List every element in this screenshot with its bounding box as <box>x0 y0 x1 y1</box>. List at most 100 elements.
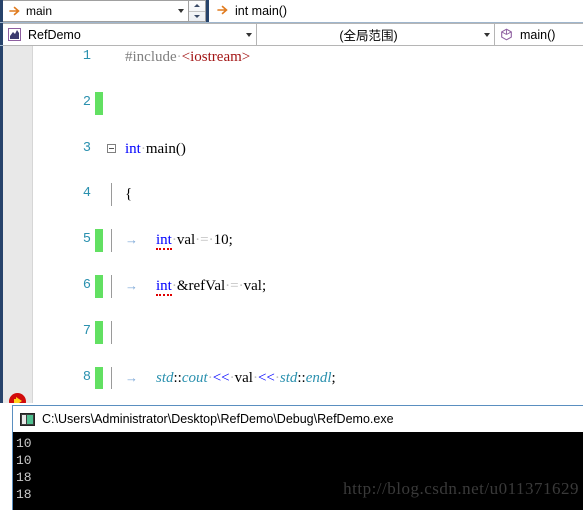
code-token: int <box>156 277 172 296</box>
code-token: () <box>175 140 186 157</box>
console-output-line: 10 <box>16 453 32 468</box>
console-window-icon <box>20 412 35 426</box>
code-token: ·=· <box>225 277 244 294</box>
line-number: 4 <box>82 186 91 202</box>
code-token: :: <box>173 369 182 386</box>
fold-guide-line <box>111 274 112 298</box>
console-title-bar: C:\Users\Administrator\Desktop\RefDemo\D… <box>13 406 583 432</box>
code-editor[interactable]: 1 #include·<iostream> 2 3 int·main() 4{5 → int·… <box>0 46 583 403</box>
scope-navigation-value: main <box>26 4 53 18</box>
code-token: :: <box>297 369 306 386</box>
code-line[interactable]: 6 → int·&refVal·=·val; <box>33 274 583 298</box>
fold-guide-column[interactable] <box>107 320 121 344</box>
line-number: 1 <box>82 49 91 64</box>
code-line[interactable]: 1 #include·<iostream> <box>33 46 583 69</box>
code-token: ; <box>331 369 336 386</box>
watermark-text: http://blog.csdn.net/u011371629 <box>343 479 579 498</box>
chevron-down-icon[interactable] <box>480 32 494 37</box>
code-token: endl <box>305 369 332 386</box>
tab-arrow-icon: → <box>125 232 138 248</box>
code-line[interactable]: 3 int·main() <box>33 138 583 161</box>
chevron-down-icon[interactable] <box>242 32 256 37</box>
fold-guide-line <box>111 366 112 390</box>
fold-guide-line <box>111 183 112 207</box>
code-token: val <box>243 277 262 294</box>
code-line[interactable]: 4{ <box>33 183 583 207</box>
collapse-region-button[interactable] <box>107 143 116 153</box>
change-indicator-bar <box>95 91 103 115</box>
code-token: 10 <box>213 232 229 249</box>
tab-arrow-icon: → <box>125 277 138 293</box>
code-token: std <box>156 369 174 386</box>
code-token: &refVal <box>176 277 226 294</box>
code-token: ; <box>261 277 267 294</box>
fold-guide-column[interactable] <box>107 274 121 298</box>
project-combobox[interactable]: RefDemo <box>3 23 257 46</box>
code-token: std <box>279 369 298 386</box>
code-token: << <box>212 369 230 386</box>
fold-guide-line <box>111 320 112 344</box>
member-function-value: main() <box>520 27 556 42</box>
current-statement-arrow-icon <box>14 397 22 403</box>
code-text: int·main() <box>125 138 186 161</box>
code-line[interactable]: 5 → int·val·=·10; <box>33 229 583 253</box>
method-icon <box>500 28 513 41</box>
project-icon <box>8 28 21 41</box>
navigation-spinner[interactable] <box>189 0 206 22</box>
code-token: val <box>176 232 196 249</box>
code-text: → int·&refVal·=·val; <box>125 275 266 298</box>
code-token: val <box>234 369 253 386</box>
function-signature-text: int main() <box>235 4 288 18</box>
tab-arrow-icon: → <box>125 369 138 385</box>
line-number: 6 <box>82 277 91 293</box>
fold-guide-column[interactable] <box>107 92 121 115</box>
global-scope-combobox[interactable]: (全局范围) <box>257 23 495 46</box>
fold-guide-column[interactable] <box>107 229 121 253</box>
editor-indicator-margin[interactable] <box>3 46 33 403</box>
line-number: 8 <box>82 369 91 385</box>
orange-arrow-icon <box>9 6 21 16</box>
navigation-bar-second: RefDemo (全局范围) main() <box>0 23 583 46</box>
code-token: ·=· <box>195 232 214 249</box>
current-statement-breakpoint-marker[interactable] <box>9 392 26 403</box>
code-token: ; <box>228 232 233 249</box>
code-text: → int·val·=·10; <box>125 229 233 252</box>
scope-navigation-combobox[interactable]: main <box>3 0 189 22</box>
member-function-combobox[interactable]: main() <box>495 23 583 46</box>
spinner-down-button[interactable] <box>189 12 205 22</box>
console-output-line: 10 <box>16 436 32 451</box>
code-line[interactable]: 8 → std::cout·<<·val·<<·std::endl; <box>33 366 583 390</box>
console-window[interactable]: C:\Users\Administrator\Desktop\RefDemo\D… <box>12 405 583 510</box>
change-indicator-bar <box>95 274 103 298</box>
line-number: 7 <box>82 323 91 339</box>
project-combobox-value: RefDemo <box>28 27 81 42</box>
chevron-down-icon[interactable] <box>174 9 188 13</box>
change-indicator-bar <box>95 366 103 390</box>
code-text: #include·<iostream> <box>125 46 250 69</box>
change-indicator-bar <box>95 229 103 253</box>
navigation-bar-top: main int main() <box>0 0 583 23</box>
spinner-up-button[interactable] <box>189 1 205 12</box>
code-token: { <box>125 186 133 203</box>
editor-code-surface[interactable]: 1 #include·<iostream> 2 3 int·main() 4{5 → int·… <box>33 46 583 403</box>
line-number: 3 <box>82 140 91 156</box>
code-line[interactable]: 7 <box>33 320 583 344</box>
change-indicator-bar <box>95 320 103 344</box>
line-number: 5 <box>82 232 91 248</box>
line-number: 2 <box>82 94 91 110</box>
code-token: <iostream> <box>181 49 251 65</box>
fold-guide-line <box>111 229 112 253</box>
code-line[interactable]: 2 <box>33 91 583 115</box>
code-token: cout <box>181 369 208 386</box>
code-text: → std::cout·<<·val·<<·std::endl; <box>125 367 336 390</box>
fold-guide-column[interactable] <box>107 46 121 69</box>
global-scope-value: (全局范围) <box>339 29 398 43</box>
fold-guide-column[interactable] <box>107 183 121 207</box>
fold-guide-column[interactable] <box>107 138 121 161</box>
code-token: #include <box>125 49 177 65</box>
console-output-area: 10 10 18 18 http://blog.csdn.net/u011371629 <box>13 432 583 510</box>
code-text: { <box>125 183 132 206</box>
code-token: int <box>125 140 141 157</box>
fold-guide-column[interactable] <box>107 366 121 390</box>
orange-arrow-icon <box>217 4 229 18</box>
